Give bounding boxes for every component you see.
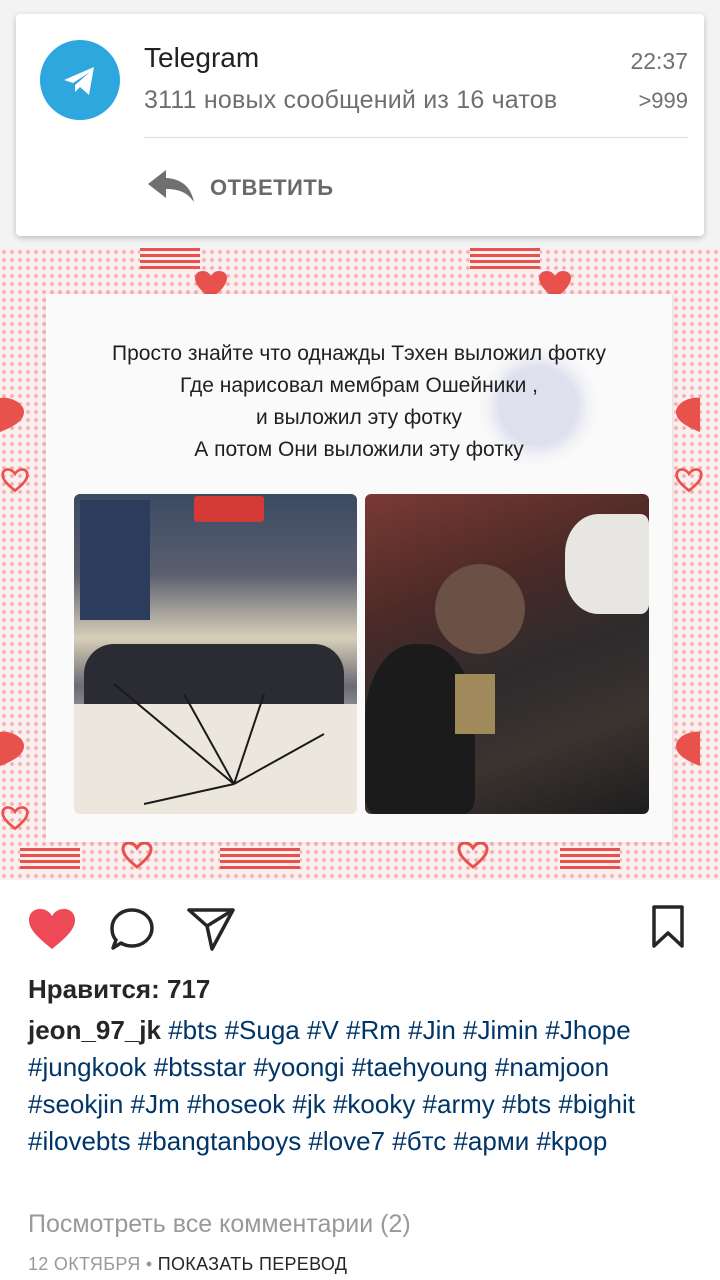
photo-cushion	[455, 674, 495, 734]
post-meta: 12 ОКТЯБРЯ • ПОКАЗАТЬ ПЕРЕВОД	[28, 1254, 347, 1275]
reply-label: ОТВЕТИТЬ	[210, 175, 334, 200]
heart-pattern-icon	[676, 397, 700, 432]
direct-share-icon[interactable]	[186, 906, 236, 952]
telegram-notification[interactable]: Telegram 22:37 3111 новых сообщений из 1…	[16, 14, 704, 236]
pattern-stripe	[20, 848, 80, 870]
view-comments-link[interactable]: Посмотреть все комментарии (2)	[28, 1210, 411, 1239]
pattern-stripe	[140, 248, 200, 270]
photo-face	[435, 564, 525, 654]
meme-text-line: и выложил эту фотку	[255, 406, 463, 429]
likes-count[interactable]: Нравится: 717	[28, 974, 210, 1005]
heart-outline-pattern-icon	[1, 468, 29, 493]
meme-text-line: Где нарисовал мембрам Ошейники ,	[179, 374, 538, 397]
heart-outline-pattern-icon	[121, 841, 153, 869]
notification-count: >999	[638, 88, 688, 113]
heart-outline-pattern-icon	[675, 468, 703, 493]
heart-pattern-icon	[0, 397, 24, 432]
photo-left	[74, 494, 357, 814]
meme-text-line: А потом Они выложили эту фотку	[194, 438, 524, 461]
photo-right	[365, 494, 649, 814]
notification-app-name: Telegram	[144, 42, 260, 73]
pattern-stripe	[470, 248, 540, 270]
photo-shirt	[565, 514, 649, 614]
pattern-stripe	[560, 848, 620, 870]
meta-separator: •	[140, 1254, 158, 1274]
heart-pattern-icon	[676, 731, 700, 766]
post-image[interactable]: Просто знайте что однажды Тэхен выложил …	[0, 248, 720, 880]
comment-icon[interactable]	[108, 906, 156, 952]
heart-pattern-icon	[0, 731, 24, 766]
reply-button[interactable]: ОТВЕТИТЬ	[144, 164, 374, 210]
post-caption: jeon_97_jk #bts #Suga #V #Rm #Jin #Jimin…	[28, 1012, 692, 1160]
heart-filled-icon[interactable]	[28, 908, 76, 950]
telegram-icon	[40, 40, 120, 120]
meme-text: Просто знайте что однажды Тэхен выложил …	[46, 338, 672, 466]
notification-message: 3111 новых сообщений из 16 чатов	[144, 86, 558, 114]
heart-outline-pattern-icon	[457, 841, 489, 869]
show-translation-link[interactable]: ПОКАЗАТЬ ПЕРЕВОД	[158, 1254, 347, 1274]
heart-outline-pattern-icon	[1, 806, 29, 831]
drawn-leash-lines	[113, 683, 325, 805]
pattern-stripe	[220, 848, 300, 870]
bookmark-icon[interactable]	[650, 904, 686, 950]
reply-icon	[148, 170, 194, 202]
photo-window	[80, 500, 150, 620]
notification-time: 22:37	[630, 48, 688, 74]
photo-lamp	[194, 496, 264, 522]
post-date: 12 ОКТЯБРЯ	[28, 1254, 141, 1274]
username-link[interactable]: jeon_97_jk	[28, 1015, 161, 1045]
meme-card: Просто знайте что однажды Тэхен выложил …	[46, 294, 672, 842]
post-actions	[0, 880, 720, 974]
notification-divider	[144, 137, 688, 138]
meme-text-line: Просто знайте что однажды Тэхен выложил …	[112, 342, 606, 365]
